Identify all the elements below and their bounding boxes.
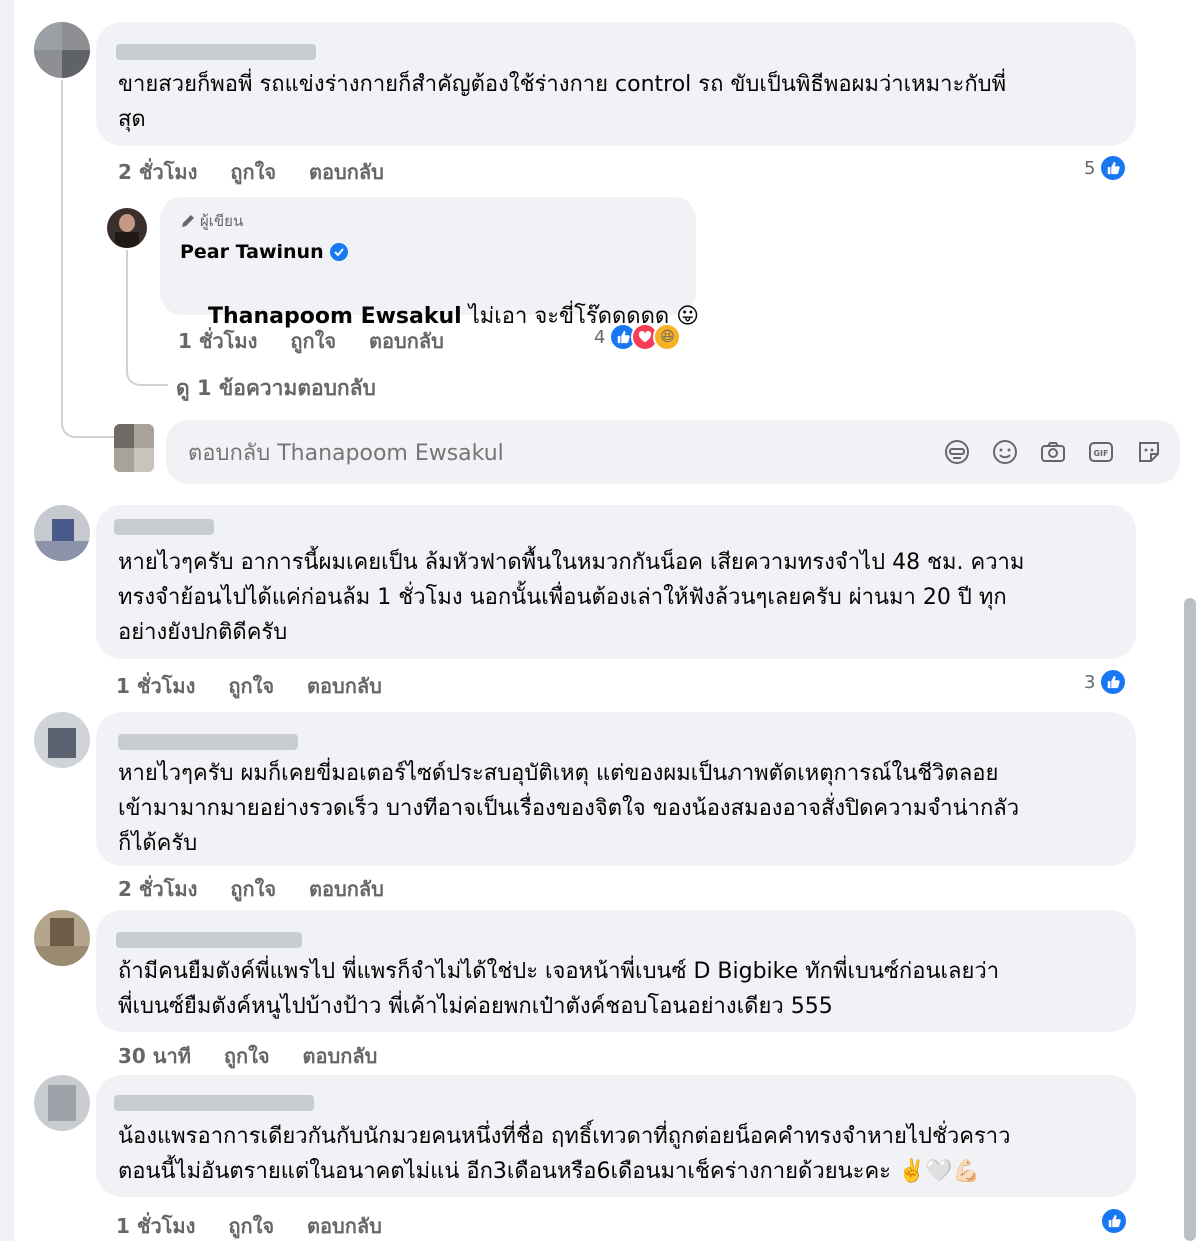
thread-connector [61, 400, 115, 438]
author-badge: ผู้เขียน [180, 209, 243, 233]
commenter-name-blurred[interactable] [114, 1095, 314, 1111]
reply-button[interactable]: ตอบกลับ [303, 1044, 378, 1068]
reply-button[interactable]: ตอบกลับ [369, 329, 444, 353]
reply-time[interactable]: 1 ชั่วโมง [178, 329, 257, 353]
reply-button[interactable]: ตอบกลับ [309, 160, 384, 184]
avatar[interactable] [34, 22, 90, 78]
comment-text: ถ้ามีคนยืมตังค์พี่แพรไป พี่แพรก็จำไม่ได้… [118, 959, 1000, 1019]
reaction-count: 4 [594, 326, 606, 348]
comment-text: หายไวๆครับ ผมก็เคยขี่มอเตอร์ไซด์ประสบอุบ… [118, 761, 1020, 856]
comment-time[interactable]: 30 นาที [118, 1044, 191, 1068]
emoji-icon[interactable] [992, 439, 1018, 465]
thread-line [61, 80, 63, 410]
reaction-count: 5 [1084, 157, 1096, 179]
avatar[interactable] [34, 1075, 90, 1131]
like-icon [1099, 668, 1128, 696]
comment-actions: 1 ชั่วโมง ถูกใจ ตอบกลับ [116, 1210, 408, 1242]
view-replies-link[interactable]: ดู 1 ข้อความตอบกลับ [176, 372, 376, 405]
comment-bubble: หายไวๆครับ ผมก็เคยขี่มอเตอร์ไซด์ประสบอุบ… [96, 712, 1136, 866]
my-avatar[interactable] [114, 424, 154, 472]
camera-icon[interactable] [1040, 439, 1066, 465]
pencil-icon [182, 215, 194, 227]
reply-button[interactable]: ตอบกลับ [309, 877, 384, 901]
comment-text: น้องแพรอาการเดียวกันกับนักมวยคนหนึ่งที่ช… [118, 1124, 1011, 1184]
comment-bubble: น้องแพรอาการเดียวกันกับนักมวยคนหนึ่งที่ช… [96, 1075, 1136, 1197]
reply-button[interactable]: ตอบกลับ [307, 674, 382, 698]
commenter-name-blurred[interactable] [118, 734, 298, 750]
comment-actions: 2 ชั่วโมง ถูกใจ ตอบกลับ [118, 873, 410, 905]
author-name[interactable]: Pear Tawinun [180, 241, 324, 263]
gif-icon[interactable]: GIF [1088, 439, 1114, 465]
reaction-count: 3 [1084, 671, 1096, 693]
avatar[interactable] [34, 712, 90, 768]
like-button[interactable]: ถูกใจ [228, 674, 274, 698]
avatar[interactable] [34, 505, 90, 561]
reply-input[interactable] [186, 434, 890, 472]
verified-badge-icon [329, 243, 348, 261]
comment-actions: 30 นาที ถูกใจ ตอบกลับ [118, 1040, 403, 1072]
like-icon [1100, 1207, 1128, 1235]
author-reply-actions: 1 ชั่วโมง ถูกใจ ตอบกลับ [178, 325, 470, 357]
author-name-row: Pear Tawinun [180, 241, 348, 263]
comment-bubble: หายไวๆครับ อาการนี้ผมเคยเป็น ล้มหัวฟาดพื… [96, 505, 1136, 659]
svg-text:GIF: GIF [1093, 449, 1108, 458]
comment-actions: 2 ชั่วโมง ถูกใจ ตอบกลับ [118, 156, 410, 188]
reaction-summary[interactable]: 3 [1084, 668, 1128, 696]
author-reply-bubble: ผู้เขียน Pear Tawinun Thanapoom Ewsakul … [160, 197, 699, 329]
reply-button[interactable]: ตอบกลับ [307, 1214, 382, 1238]
left-gutter [0, 0, 14, 1241]
like-button[interactable]: ถูกใจ [230, 877, 276, 901]
reply-input-box[interactable]: GIF [166, 420, 1180, 484]
comment-time[interactable]: 2 ชั่วโมง [118, 877, 197, 901]
like-icon [1099, 154, 1128, 182]
reaction-summary[interactable]: 4 😆 [594, 323, 682, 351]
scrollbar[interactable] [1184, 598, 1196, 1241]
thread-line [126, 250, 128, 370]
commenter-name-blurred[interactable] [114, 519, 214, 535]
commenter-name-blurred[interactable] [116, 932, 302, 948]
comment-time[interactable]: 1 ชั่วโมง [116, 674, 195, 698]
comment-time[interactable]: 1 ชั่วโมง [116, 1214, 195, 1238]
comment-text: หายไวๆครับ อาการนี้ผมเคยเป็น ล้มหัวฟาดพื… [118, 550, 1025, 645]
reaction-summary[interactable] [1100, 1207, 1128, 1235]
avatar-sticker-icon[interactable] [944, 439, 970, 465]
like-button[interactable]: ถูกใจ [228, 1214, 274, 1238]
reaction-summary[interactable]: 5 [1084, 154, 1128, 182]
comment-actions: 1 ชั่วโมง ถูกใจ ตอบกลับ [116, 670, 408, 702]
comment-bubble: ถ้ามีคนยืมตังค์พี่แพรไป พี่แพรก็จำไม่ได้… [96, 910, 1136, 1032]
like-button[interactable]: ถูกใจ [224, 1044, 270, 1068]
haha-icon: 😆 [653, 323, 682, 351]
comment-bubble: ขายสวยก็พอพี่ รถแข่งร่างกายก็สำคัญต้องใช… [96, 22, 1136, 146]
thread-connector [126, 360, 168, 386]
like-button[interactable]: ถูกใจ [290, 329, 336, 353]
author-avatar[interactable] [107, 208, 147, 248]
comment-time[interactable]: 2 ชั่วโมง [118, 160, 197, 184]
like-button[interactable]: ถูกใจ [230, 160, 276, 184]
avatar[interactable] [34, 910, 90, 966]
comment-text: ขายสวยก็พอพี่ รถแข่งร่างกายก็สำคัญต้องใช… [118, 72, 1007, 132]
sticker-icon[interactable] [1136, 439, 1162, 465]
commenter-name-blurred[interactable] [116, 44, 316, 60]
